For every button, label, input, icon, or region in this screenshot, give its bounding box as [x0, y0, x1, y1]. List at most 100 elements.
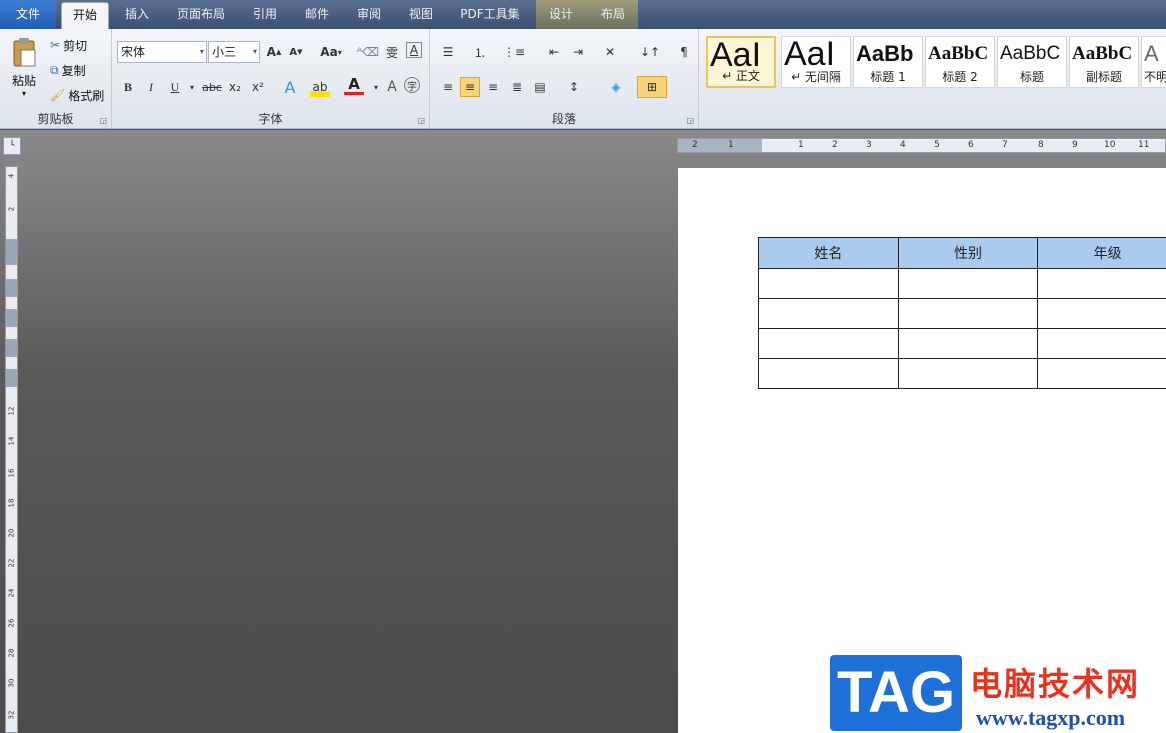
- clear-format-icon[interactable]: ᴬ⌫: [357, 42, 379, 62]
- bold-button[interactable]: B: [118, 77, 138, 97]
- align-right-icon[interactable]: ≡: [483, 77, 503, 97]
- document-page[interactable]: 姓名 性别 年级: [678, 168, 1166, 733]
- table-cell[interactable]: [758, 298, 899, 329]
- strikethrough-button[interactable]: abc: [200, 77, 224, 97]
- paste-icon: [13, 38, 36, 67]
- cut-button[interactable]: ✂ 剪切: [50, 35, 87, 55]
- char-border-icon[interactable]: A: [406, 42, 422, 58]
- table-cell[interactable]: [758, 328, 899, 359]
- clipboard-group-label: 剪贴板: [37, 112, 74, 126]
- ruler-number: 5: [934, 140, 940, 150]
- tab-review[interactable]: 审阅: [346, 0, 392, 29]
- ruler-number: 22: [7, 558, 16, 568]
- style-subtle[interactable]: A 不明: [1141, 36, 1166, 88]
- copy-button[interactable]: ⧉ 复制: [50, 60, 86, 80]
- ruler-number: 28: [7, 648, 16, 658]
- align-center-icon[interactable]: ≡: [460, 77, 480, 97]
- paragraph-group: ☰ ⒈ ⋮≡ ⇤ ⇥ ✕ ↓↑ ¶ ≡ ≡ ≡ ≣ ▤ ↕ ◈ ⊞ 段落 ◲: [430, 29, 699, 129]
- shrink-font-button[interactable]: A ▼: [286, 42, 306, 62]
- table-cell[interactable]: [897, 268, 1039, 299]
- dialog-launcher-icon[interactable]: ◲: [417, 116, 425, 125]
- bullets-icon[interactable]: ☰: [438, 42, 458, 62]
- table-header-cell[interactable]: 性别: [897, 237, 1039, 269]
- table-cell[interactable]: [1037, 358, 1166, 389]
- dialog-launcher-icon[interactable]: ◲: [99, 116, 107, 125]
- table-cell[interactable]: [1037, 298, 1166, 329]
- tab-layout[interactable]: 布局: [590, 0, 636, 29]
- ruler-row-marker: [6, 309, 17, 327]
- multilevel-list-icon[interactable]: ⋮≡: [503, 42, 525, 62]
- font-color-icon[interactable]: A: [344, 75, 364, 95]
- grow-font-button[interactable]: A ▲: [264, 42, 284, 62]
- scissors-icon: ✂: [50, 38, 61, 52]
- highlight-icon[interactable]: ab: [310, 77, 330, 97]
- table-header-cell[interactable]: 姓名: [758, 237, 899, 269]
- tab-references[interactable]: 引用: [242, 0, 288, 29]
- dialog-launcher-icon[interactable]: ◲: [686, 116, 694, 125]
- table-cell[interactable]: [1037, 328, 1166, 359]
- sort-icon[interactable]: ↓↑: [640, 42, 660, 62]
- distributed-icon[interactable]: ▤: [530, 77, 550, 97]
- table-cell[interactable]: [758, 268, 899, 299]
- paste-label: 粘贴: [11, 74, 36, 88]
- borders-icon[interactable]: ⊞: [637, 76, 667, 98]
- table-header-cell[interactable]: 年级: [1037, 237, 1166, 269]
- tab-insert[interactable]: 插入: [114, 0, 160, 29]
- tab-design[interactable]: 设计: [538, 0, 584, 29]
- italic-button[interactable]: I: [141, 77, 161, 97]
- style-heading-2[interactable]: AaBbC 标题 2: [925, 36, 995, 88]
- char-shading-icon[interactable]: A: [382, 77, 402, 97]
- enclose-char-icon[interactable]: 字: [404, 77, 420, 93]
- ruler-number: 2: [7, 206, 16, 212]
- ruler-number: 1: [798, 140, 804, 150]
- shading-icon[interactable]: ◈: [606, 77, 626, 97]
- show-marks-icon[interactable]: ¶: [674, 42, 694, 62]
- justify-icon[interactable]: ≣: [507, 77, 527, 97]
- style-heading-1[interactable]: AaBb 标题 1: [853, 36, 923, 88]
- superscript-button[interactable]: x²: [248, 77, 268, 97]
- tab-selector-icon[interactable]: └: [3, 137, 21, 155]
- line-spacing-icon[interactable]: ↕: [564, 77, 584, 97]
- style-subtitle[interactable]: AaBbC 副标题: [1069, 36, 1139, 88]
- paste-button[interactable]: 粘贴 ▾: [4, 33, 44, 103]
- vertical-ruler[interactable]: 4 2 12 14 16 18 20 22 24 26 28 30 32: [5, 166, 18, 733]
- style-no-spacing[interactable]: AaI ↵ 无间隔: [781, 36, 851, 88]
- format-painter-button[interactable]: 🖌 格式刷: [50, 85, 104, 105]
- style-title[interactable]: AaBbC 标题: [997, 36, 1067, 88]
- table-cell[interactable]: [897, 328, 1039, 359]
- shrink-font-icon: A: [289, 46, 298, 58]
- tab-mailings[interactable]: 邮件: [294, 0, 340, 29]
- table-cell[interactable]: [897, 358, 1039, 389]
- tab-file[interactable]: 文件: [0, 0, 56, 29]
- chinese-layout-icon[interactable]: ✕: [600, 42, 620, 62]
- horizontal-ruler[interactable]: 2 1 1 2 3 4 5 6 7 8 9 10 11: [677, 138, 1166, 153]
- document-table[interactable]: 姓名 性别 年级: [758, 237, 1166, 389]
- style-name: 副标题: [1085, 70, 1122, 84]
- tab-view[interactable]: 视图: [398, 0, 444, 29]
- increase-indent-icon[interactable]: ⇥: [568, 42, 588, 62]
- decrease-indent-icon[interactable]: ⇤: [544, 42, 564, 62]
- numbering-icon[interactable]: ⒈: [470, 42, 490, 62]
- tab-home[interactable]: 开始: [61, 2, 109, 29]
- tab-pdf-tools[interactable]: PDF工具集: [450, 0, 530, 29]
- font-name-combo[interactable]: 宋体 ▾: [117, 41, 207, 63]
- change-case-button[interactable]: Aa ▾: [316, 42, 346, 62]
- format-painter-label: 格式刷: [68, 88, 105, 103]
- chevron-down-icon[interactable]: ▾: [182, 77, 202, 97]
- font-size-combo[interactable]: 小三 ▾: [208, 41, 260, 63]
- table-cell[interactable]: [758, 358, 899, 389]
- ruler-number: 10: [1104, 140, 1116, 150]
- subscript-button[interactable]: x₂: [225, 77, 245, 97]
- table-cell[interactable]: [897, 298, 1039, 329]
- style-preview: AaBb: [856, 41, 914, 66]
- phonetic-guide-icon[interactable]: 雯: [382, 42, 402, 62]
- text-effects-icon[interactable]: A: [280, 77, 300, 97]
- table-row: [758, 328, 1166, 359]
- site-url: www.tagxp.com: [976, 705, 1126, 730]
- tab-page-layout[interactable]: 页面布局: [166, 0, 236, 29]
- ruler-row-marker: [6, 279, 17, 297]
- ruler-number: 1: [728, 140, 734, 150]
- style-normal[interactable]: AaI ↵ 正文: [706, 36, 776, 88]
- table-cell[interactable]: [1037, 268, 1166, 299]
- align-left-icon[interactable]: ≡: [438, 77, 458, 97]
